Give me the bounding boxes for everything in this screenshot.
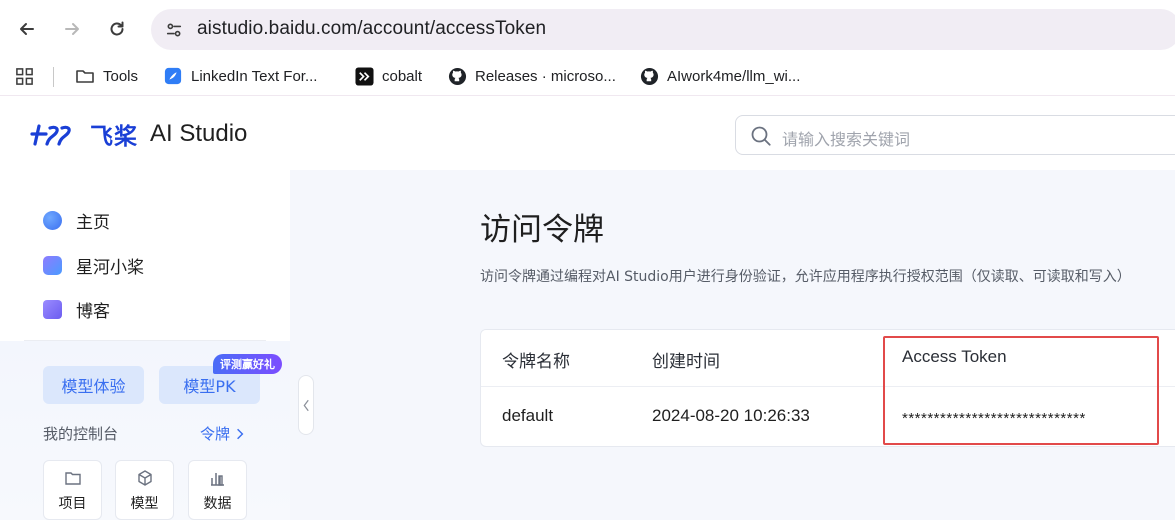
- brand-cn: 飞桨: [90, 124, 138, 150]
- bar-chart-icon: [210, 473, 224, 486]
- search-box[interactable]: 请输入搜索关键词: [735, 115, 1175, 155]
- arrow-right-icon: [65, 23, 79, 35]
- forward-button[interactable]: [55, 12, 89, 46]
- bookmark-linkedin-text[interactable]: LinkedIn Text For...: [163, 65, 317, 87]
- access-token-highlight-box: [883, 336, 1159, 445]
- apps-button[interactable]: [14, 65, 34, 87]
- model-experience-button[interactable]: 模型体验: [43, 366, 144, 404]
- bookmark-cobalt[interactable]: cobalt: [354, 65, 422, 87]
- column-header-created: 创建时间: [652, 352, 720, 372]
- sidebar-item-label: 博客: [76, 301, 110, 322]
- github-icon: [639, 66, 659, 86]
- bookmark-label: Tools: [103, 67, 139, 85]
- chevron-right-icon: [237, 428, 244, 439]
- cube-icon: [137, 470, 152, 486]
- arrow-left-icon: [20, 23, 34, 35]
- chat-bot-icon: [43, 255, 62, 275]
- brand-en: AI Studio: [150, 120, 248, 147]
- shortcut-models[interactable]: 模型: [115, 460, 174, 520]
- bookmarks-bar: Tools LinkedIn Text For... cobalt Releas…: [0, 57, 1175, 96]
- page-title: 访问令牌: [480, 212, 604, 248]
- shortcut-datasets[interactable]: 数据: [188, 460, 247, 520]
- chevron-left-icon: [303, 399, 309, 411]
- console-label: 我的控制台: [43, 425, 119, 443]
- document-icon: [43, 299, 62, 319]
- page-description: 访问令牌通过编程对AI Studio用户进行身份验证，允许应用程序执行授权范围（…: [480, 269, 1131, 285]
- sidebar-item-xinghe[interactable]: 星河小桨: [43, 252, 144, 278]
- folder-icon: [64, 472, 81, 485]
- column-header-name: 令牌名称: [502, 352, 570, 372]
- sidebar-item-home[interactable]: 主页: [43, 207, 110, 233]
- bookmark-tools[interactable]: Tools: [75, 65, 138, 87]
- sidebar-collapse-button[interactable]: [298, 375, 314, 435]
- bookmark-label: AIwork4me/llm_wi...: [667, 67, 801, 85]
- token-name-cell: default: [502, 406, 554, 425]
- bookmark-label: Releases · microso...: [475, 67, 616, 85]
- token-created-cell: 2024-08-20 10:26:33: [652, 406, 810, 425]
- search-icon: [751, 126, 771, 146]
- shortcut-projects[interactable]: 项目: [43, 460, 102, 520]
- apps-grid-icon: [14, 66, 34, 86]
- sidebar-item-blog[interactable]: 博客: [43, 296, 110, 322]
- sidebar: 主页 星河小桨 博客 模型体验 模型PK 评测赢好礼 我的控制台 令牌 项目 模…: [0, 170, 290, 520]
- paddle-logo-icon: [30, 124, 71, 146]
- terminal-icon: [354, 66, 374, 86]
- url-text[interactable]: aistudio.baidu.com/account/accessToken: [197, 18, 546, 40]
- folder-icon: [75, 66, 95, 86]
- sidebar-item-label: 星河小桨: [76, 257, 144, 278]
- console-panel: 模型体验 模型PK 评测赢好礼 我的控制台 令牌 项目 模型 数据: [0, 341, 290, 520]
- token-link[interactable]: 令牌: [200, 423, 244, 444]
- reload-icon: [110, 21, 124, 36]
- site-logo[interactable]: 飞桨 AI Studio: [30, 119, 248, 150]
- bookmark-label: cobalt: [382, 67, 423, 85]
- github-icon: [447, 66, 467, 86]
- bookmark-label: LinkedIn Text For...: [191, 67, 318, 85]
- promo-badge: 评测赢好礼: [213, 354, 282, 374]
- site-info-icon[interactable]: [161, 17, 186, 42]
- address-bar[interactable]: aistudio.baidu.com/account/accessToken: [151, 9, 1175, 50]
- shortcut-label: 项目: [58, 496, 87, 512]
- bookmarks-divider: [53, 67, 54, 87]
- browser-toolbar: aistudio.baidu.com/account/accessToken: [0, 0, 1175, 57]
- page: 飞桨 AI Studio 请输入搜索关键词 主页 星河小桨 博客 模型体验 模型…: [0, 97, 1175, 520]
- bookmark-releases[interactable]: Releases · microso...: [447, 65, 616, 87]
- bookmark-llm-wiki[interactable]: AIwork4me/llm_wi...: [639, 65, 800, 87]
- search-placeholder: 请输入搜索关键词: [782, 130, 911, 149]
- feather-icon: [163, 66, 183, 86]
- token-link-label: 令牌: [200, 425, 231, 443]
- site-header: 飞桨 AI Studio 请输入搜索关键词: [0, 97, 1175, 170]
- shortcut-label: 数据: [203, 496, 232, 512]
- planet-icon: [43, 210, 62, 230]
- back-button[interactable]: [10, 12, 44, 46]
- shortcut-label: 模型: [130, 496, 159, 512]
- sidebar-item-label: 主页: [76, 212, 110, 233]
- reload-button[interactable]: [100, 12, 134, 46]
